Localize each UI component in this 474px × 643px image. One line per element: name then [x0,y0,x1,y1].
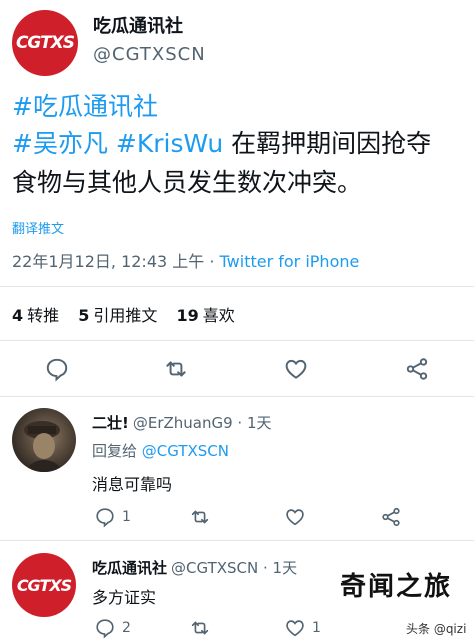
tweet-meta: 22年1月12日, 12:43 上午 · Twitter for iPhone [12,248,359,272]
avatar-logo-text: CGTXS [16,575,72,595]
reply-icon [46,358,68,382]
like-button[interactable] [284,506,306,528]
reply-text: 多方证实 [92,588,157,607]
retweet-icon [191,510,209,524]
divider [0,340,474,341]
share-icon [406,358,428,380]
divider [0,540,474,541]
reply-author-handle[interactable]: @CGTXSCN · 1天 [171,559,297,577]
share-icon [382,507,400,527]
retweet-icon [166,361,186,377]
reply-author-name[interactable]: 吃瓜通讯社 [92,559,167,577]
like-button[interactable]: 1 [284,617,321,639]
author-name[interactable]: 吃瓜通讯社 [93,12,183,38]
divider [0,396,474,397]
reply-author-handle[interactable]: @ErZhuanG9 · 1天 [133,414,272,432]
replying-to: 回复给 @CGTXSCN [92,442,229,460]
like-count: 1 [312,620,321,636]
source-link[interactable]: Twitter for iPhone [220,252,360,271]
reply-button[interactable]: 2 [94,617,131,639]
tweet-line-1: #吃瓜通讯社 [12,90,158,124]
heart-icon [286,509,304,526]
heart-icon [286,620,304,637]
reply-author: 吃瓜通讯社 @CGTXSCN · 1天 [92,557,297,578]
reply-count: 1 [122,509,131,525]
reply-author-name[interactable]: 二壮! [92,414,129,432]
avatar[interactable] [12,408,76,472]
reply-text: 消息可靠吗 [92,475,173,494]
watermark-title: 奇闻之旅 [340,572,453,602]
like-button[interactable] [283,356,309,382]
hashtag-link[interactable]: #吴亦凡 [12,129,108,158]
watermark-credit: 头条 @qizi [406,622,467,636]
retweet-button[interactable] [162,356,190,382]
retweet-icon [191,621,209,635]
divider [0,286,474,287]
reply-count: 2 [122,620,131,636]
timestamp[interactable]: 22年1月12日, 12:43 上午 · [12,252,220,271]
retweet-button[interactable] [188,506,212,528]
reply-icon [96,619,114,639]
reply-icon [96,508,114,528]
avatar[interactable]: CGTXS [12,553,76,617]
avatar[interactable]: CGTXS [12,10,78,76]
reply-button[interactable] [44,356,70,382]
likes-stat[interactable]: 19 喜欢 [177,306,235,325]
retweets-stat[interactable]: 4 转推 [12,306,59,325]
translate-link[interactable]: 翻译推文 [12,218,64,237]
tweet-stats: 4 转推 5 引用推文 19 喜欢 [12,302,249,326]
heart-icon [285,359,307,379]
reply-button[interactable]: 1 [94,506,131,528]
tweet-line-3: 食物与其他人员发生数次冲突。 [12,166,362,200]
tweet-line-2: #吴亦凡 #KrisWu 在羁押期间因抢夺 [12,127,431,161]
avatar-logo-text: CGTXS [15,33,75,53]
retweet-button[interactable] [188,617,212,639]
tweet-text: 食物与其他人员发生数次冲突。 [12,168,363,197]
reply-author: 二壮! @ErZhuanG9 · 1天 [92,412,272,433]
mention-link[interactable]: @CGTXSCN [142,442,229,460]
author-handle[interactable]: @CGTXSCN [93,44,206,65]
quotes-stat[interactable]: 5 引用推文 [78,306,157,325]
share-button[interactable] [380,506,402,528]
hashtag-link[interactable]: #KrisWu [116,129,223,158]
tweet-text: 在羁押期间因抢夺 [223,129,432,158]
share-button[interactable] [404,356,430,382]
hashtag-link[interactable]: #吃瓜通讯社 [12,92,158,121]
avatar-photo [24,421,62,472]
